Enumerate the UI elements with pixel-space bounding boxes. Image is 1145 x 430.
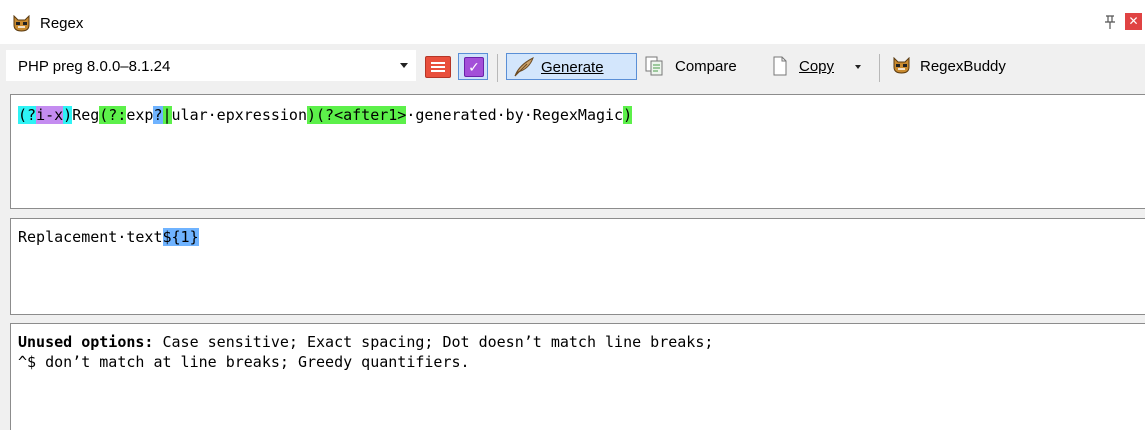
flavor-dropdown[interactable]: PHP preg 8.0.0–8.1.24	[6, 50, 416, 81]
generate-button[interactable]: Generate	[506, 53, 637, 80]
replacement-editor[interactable]: Replacement·text${1}	[10, 218, 1145, 315]
replacement-backreference: ${1}	[162, 228, 199, 246]
copy-label: Copy	[799, 58, 835, 75]
dropdown-arrow-icon	[400, 63, 408, 68]
regex-token: ?	[153, 106, 163, 124]
regex-token: ular·epxression	[171, 106, 307, 124]
info-line-2: ^$ don’t match at line breaks; Greedy qu…	[18, 353, 470, 371]
generate-label: Generate	[541, 59, 604, 76]
regex-token: |	[162, 106, 172, 124]
feather-icon	[514, 57, 534, 77]
replacement-line: Replacement·text${1}	[18, 227, 199, 247]
regexbuddy-logo-icon	[13, 15, 30, 32]
regexbuddy-label: RegexBuddy	[920, 58, 1006, 75]
regexbuddy-button[interactable]: RegexBuddy	[887, 53, 1047, 80]
regex-token: )	[307, 106, 317, 124]
regex-editor[interactable]: (?i-x)Reg(?:exp?|ular·epxression)(?<afte…	[10, 94, 1145, 209]
checkbox-icon: ✓	[464, 57, 484, 77]
window-title: Regex	[40, 15, 84, 32]
pin-icon[interactable]	[1102, 14, 1118, 30]
regex-token: (?:	[99, 106, 127, 124]
chevron-down-icon	[855, 65, 861, 69]
toolbar-separator	[879, 54, 880, 82]
compare-label: Compare	[675, 58, 737, 75]
regex-token: i-x	[36, 106, 64, 124]
regex-info-panel: Unused options: Case sensitive; Exact sp…	[10, 323, 1145, 430]
unused-options-text: Case sensitive; Exact spacing; Dot doesn…	[153, 333, 714, 351]
copy-button[interactable]: Copy	[768, 53, 873, 80]
free-spacing-toggle[interactable]: ✓	[458, 53, 488, 80]
toolbar-separator	[497, 54, 498, 82]
regex-token: exp	[126, 106, 154, 124]
replacement-text: Replacement·text	[18, 228, 163, 246]
regex-token: (?<after1>	[316, 106, 407, 124]
unused-options-label: Unused options:	[18, 333, 154, 351]
regexbuddy-logo-icon	[893, 57, 910, 74]
toolbar: PHP preg 8.0.0–8.1.24 ✓ Generate Compare…	[0, 44, 1145, 89]
regex-token: (?	[18, 106, 37, 124]
compare-button[interactable]: Compare	[641, 53, 766, 80]
title-bar: Regex ✕	[0, 0, 1145, 44]
comment-icon	[431, 62, 445, 64]
regex-token: )	[63, 106, 73, 124]
regex-token: ·generated·by·RegexMagic	[406, 106, 624, 124]
info-line-1: Unused options: Case sensitive; Exact sp…	[18, 332, 713, 352]
flavor-label: PHP preg 8.0.0–8.1.24	[18, 58, 171, 75]
copy-icon	[773, 56, 787, 76]
regex-token: )	[623, 106, 633, 124]
regex-token: Reg	[72, 106, 100, 124]
comment-button[interactable]	[425, 56, 451, 78]
close-icon[interactable]: ✕	[1125, 13, 1142, 30]
regex-text: (?i-x)Reg(?:exp?|ular·epxression)(?<afte…	[18, 105, 633, 125]
compare-icon	[645, 56, 663, 76]
